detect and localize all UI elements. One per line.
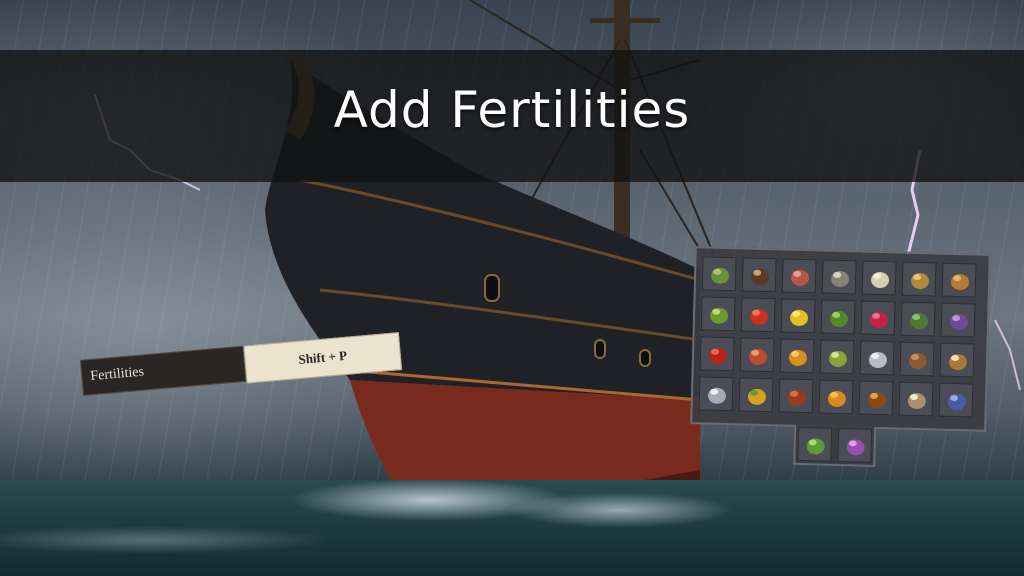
leaf-orange-icon [827, 390, 846, 407]
cactus-flower-icon [806, 438, 825, 455]
inventory-slot[interactable] [900, 301, 936, 337]
pearls-icon [707, 387, 726, 404]
herb-icon [909, 313, 928, 330]
cocoa-icon [867, 391, 886, 408]
lobster-icon [749, 348, 768, 365]
flower-red-icon [870, 312, 889, 329]
inventory-slot[interactable] [939, 342, 975, 378]
inventory-slot[interactable] [700, 296, 736, 332]
inventory-slot[interactable] [698, 376, 734, 412]
lettuce-icon [830, 310, 849, 327]
bread-icon [951, 274, 970, 291]
inventory-slot[interactable] [739, 337, 775, 373]
rice-bowl-icon [907, 393, 926, 410]
inventory-slot[interactable] [899, 341, 935, 377]
mushroom-icon [711, 267, 730, 284]
ship-yard [590, 18, 660, 23]
inventory-slot[interactable] [780, 298, 816, 334]
inventory-slot[interactable] [941, 262, 977, 298]
inventory-slot[interactable] [740, 297, 776, 333]
grapes-icon [949, 314, 968, 331]
cotton-icon [868, 351, 887, 368]
beans-icon [828, 350, 847, 367]
inventory-slot[interactable] [837, 427, 873, 463]
stormy-sea [0, 480, 1024, 576]
fleece-icon [871, 272, 890, 289]
porthole [594, 339, 606, 359]
inventory-slot[interactable] [938, 382, 974, 418]
inventory-slot[interactable] [699, 336, 735, 372]
porthole [639, 349, 651, 367]
inventory-slot[interactable] [860, 300, 896, 336]
fur-pelt-icon [908, 353, 927, 370]
banana-icon [790, 309, 809, 326]
potato-icon [911, 273, 930, 290]
corn-icon [747, 388, 766, 405]
coconut-icon [751, 268, 770, 285]
inventory-slot[interactable] [940, 302, 976, 338]
porthole [484, 274, 500, 302]
inventory-slot[interactable] [859, 340, 895, 376]
grape-blue-icon [947, 394, 966, 411]
chili-icon [709, 347, 728, 364]
spice-icon [787, 389, 806, 406]
page-title: Add Fertilities [333, 81, 691, 139]
pot-icon [948, 354, 967, 371]
inventory-slot[interactable] [797, 426, 833, 462]
inventory-slot[interactable] [779, 338, 815, 374]
inventory-slot[interactable] [858, 380, 894, 416]
inventory-slot[interactable] [901, 261, 937, 297]
fertility-inventory [689, 246, 991, 470]
hops-icon [710, 307, 729, 324]
tomato-icon [750, 308, 769, 325]
oyster-icon [831, 270, 850, 287]
inventory-slot[interactable] [821, 259, 857, 295]
inventory-slot[interactable] [781, 258, 817, 294]
inventory-slot[interactable] [861, 260, 897, 296]
inventory-slot[interactable] [778, 378, 814, 414]
orchid-icon [846, 439, 865, 456]
raw-meat-icon [791, 269, 810, 286]
inventory-slot[interactable] [738, 377, 774, 413]
inventory-slot[interactable] [819, 339, 855, 375]
inventory-slot[interactable] [741, 257, 777, 293]
lightning-bolt [994, 319, 1021, 391]
honeycomb-icon [788, 349, 807, 366]
inventory-slot[interactable] [820, 299, 856, 335]
inventory-slot[interactable] [701, 256, 737, 292]
inventory-slot[interactable] [818, 379, 854, 415]
inventory-slot[interactable] [898, 381, 934, 417]
